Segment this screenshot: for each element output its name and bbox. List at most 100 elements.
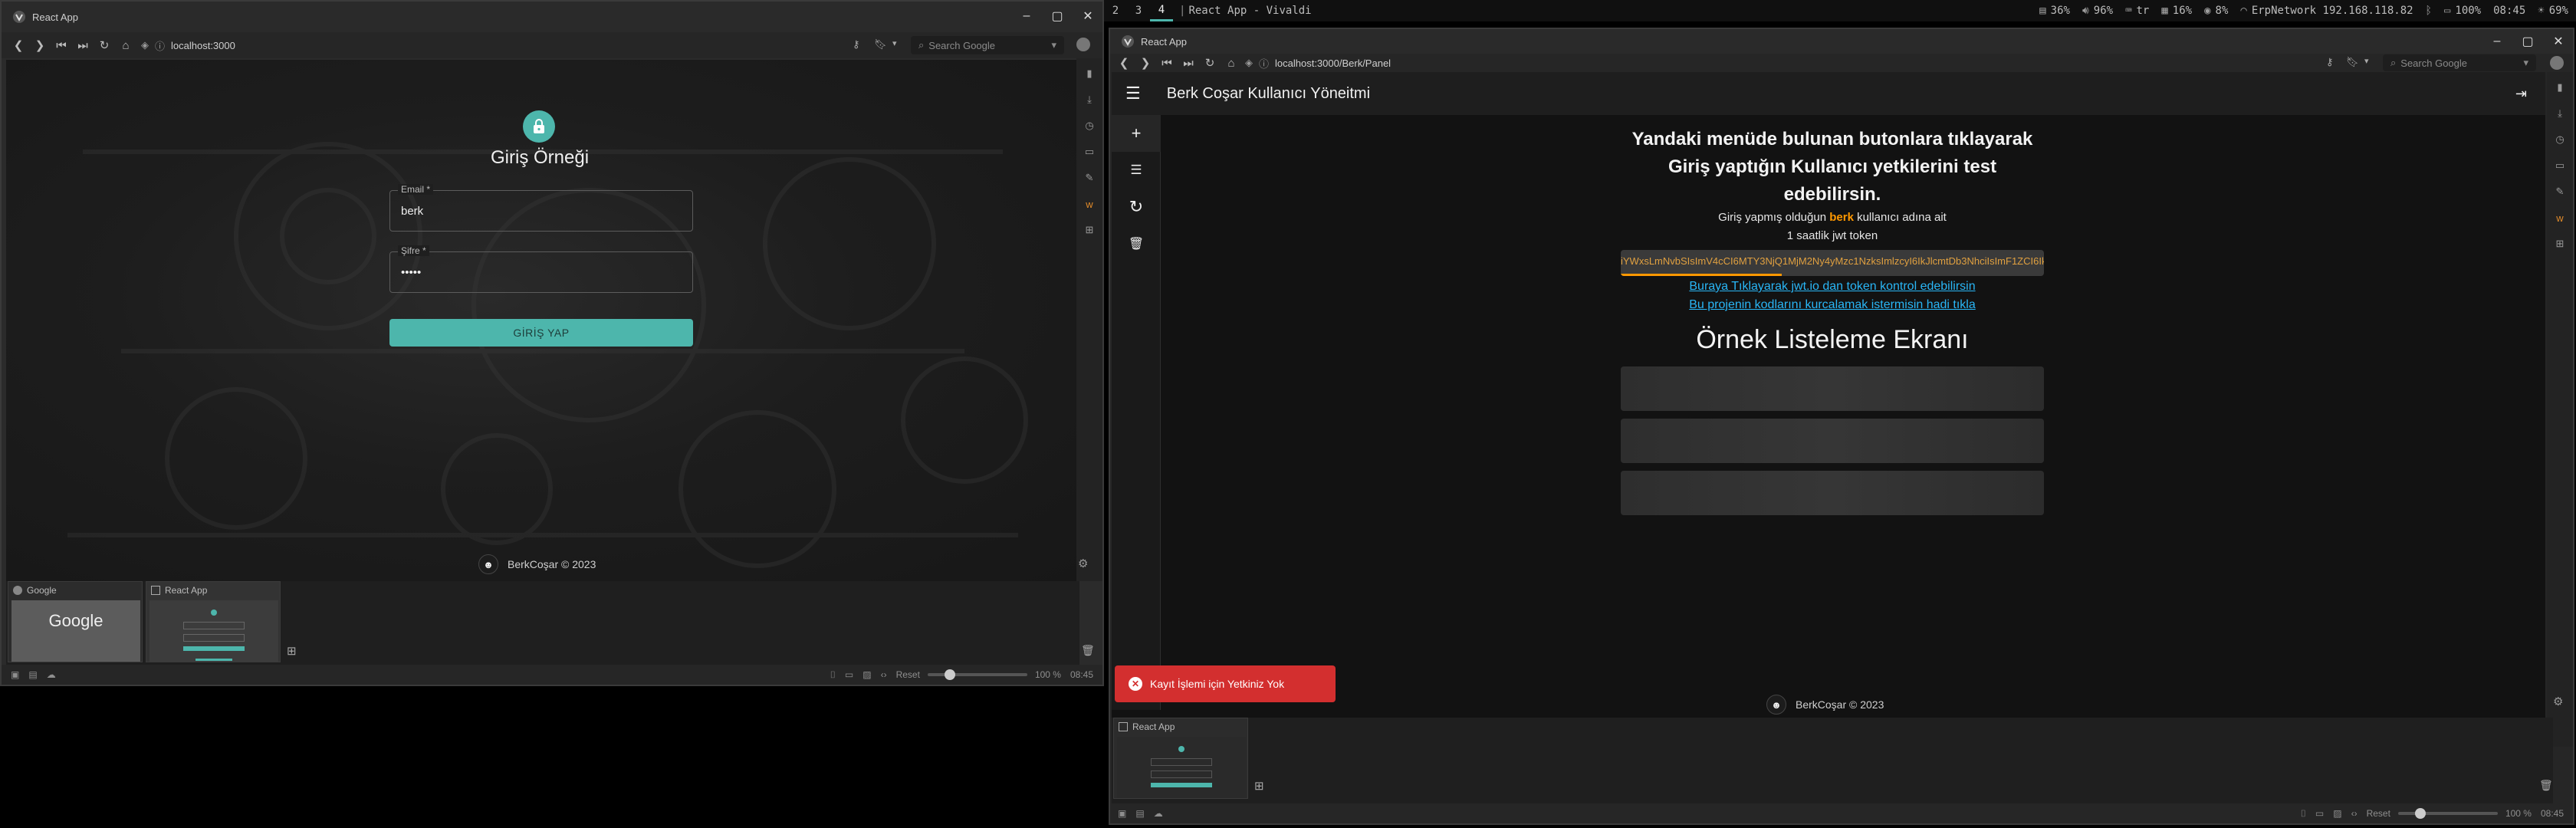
workspace-3[interactable]: 3 — [1127, 0, 1150, 21]
key-icon[interactable]: ⚷ — [2326, 56, 2334, 68]
bookmarks-panel-icon[interactable]: ▮ — [1082, 66, 1097, 81]
rewind-icon[interactable]: ⏮ — [1156, 52, 1178, 74]
trash-icon[interactable]: 🗑︎ — [2539, 779, 2553, 792]
new-tab-icon[interactable]: ⊞ — [287, 644, 297, 658]
zoom-slider[interactable] — [2397, 808, 2498, 819]
add-panel-icon[interactable]: ⊞ — [2552, 236, 2568, 251]
profile-avatar[interactable] — [2550, 56, 2564, 70]
volume-level: 96% — [2093, 5, 2114, 17]
image-icon[interactable]: ▨ — [863, 669, 871, 680]
bookmarks-panel-icon[interactable]: ▮ — [2552, 80, 2568, 95]
forward-icon[interactable]: ❯ — [1135, 52, 1156, 74]
error-toast[interactable]: ✕ Kayıt İşlemi için Yetkiniz Yok — [1115, 665, 1336, 702]
tab-google-preview: Google — [12, 600, 140, 662]
list-icon[interactable]: ☰ — [1112, 152, 1161, 189]
list-item-skeleton — [1621, 471, 2044, 515]
tile-icon[interactable]: ▤ — [28, 669, 37, 680]
window-icon[interactable]: ▭ — [2315, 808, 2324, 819]
cloud-icon[interactable]: ☁ — [1154, 808, 1163, 819]
url-field[interactable]: ◈ ⓘ localhost:3000/Berk/Panel — [1245, 53, 1391, 73]
search-field[interactable]: ⌕ Search Google ▾ — [911, 36, 1064, 54]
tab-react-preview — [1117, 737, 1246, 798]
settings-icon[interactable]: ⚙ — [1078, 557, 1088, 570]
new-tab-icon[interactable]: ⊞ — [1254, 779, 1264, 793]
heading-line-3: edebilirsin. — [1783, 184, 1881, 205]
react-favicon-icon — [151, 586, 160, 595]
cloud-icon[interactable]: ☁ — [47, 669, 56, 680]
right-status-bar: ▣ ▤ ☁ ⌷ ▭ ▨ ‹› Reset 100 % 08:45 — [1110, 803, 2573, 823]
back-icon[interactable]: ❮ — [1113, 52, 1135, 74]
home-icon[interactable]: ⌂ — [115, 34, 136, 56]
refresh-icon[interactable]: ↻ — [1112, 189, 1161, 225]
panel-toggle-icon[interactable]: ▣ — [1118, 808, 1126, 819]
reading-list-icon[interactable]: ▭ — [2552, 158, 2568, 173]
add-icon[interactable]: + — [1112, 115, 1161, 152]
wikipedia-icon[interactable]: w — [1082, 196, 1097, 212]
code-icon[interactable]: ‹› — [881, 669, 887, 680]
zoom-reset[interactable]: Reset — [896, 669, 920, 680]
history-icon[interactable]: ◷ — [2552, 132, 2568, 147]
reload-icon[interactable]: ↻ — [94, 34, 115, 56]
zoom-reset[interactable]: Reset — [2367, 808, 2390, 819]
bookmark-dropdown-icon[interactable]: ▾ — [892, 38, 897, 48]
profile-avatar[interactable] — [1076, 38, 1090, 51]
email-field[interactable]: Email * berk — [389, 184, 693, 232]
capture-icon[interactable]: ⌷ — [2301, 808, 2306, 820]
rewind-icon[interactable]: ⏮ — [51, 34, 72, 56]
battery-icon: ▭ — [2443, 5, 2451, 17]
minimize-icon[interactable]: – — [1020, 9, 1033, 23]
search-dropdown-icon[interactable]: ▾ — [1051, 39, 1056, 51]
notes-icon[interactable]: ✎ — [1082, 170, 1097, 186]
shield-icon: ◈ — [141, 39, 149, 51]
wikipedia-icon[interactable]: w — [2552, 210, 2568, 225]
google-favicon-icon — [13, 586, 22, 595]
reading-list-icon[interactable]: ▭ — [1082, 144, 1097, 159]
search-dropdown-icon[interactable]: ▾ — [2523, 57, 2528, 69]
image-icon[interactable]: ▨ — [2333, 808, 2341, 819]
github-link[interactable]: Bu projenin kodlarını kurcalamak istermi… — [1618, 296, 2047, 314]
close-icon[interactable]: ✕ — [2551, 34, 2565, 48]
capture-icon[interactable]: ⌷ — [830, 669, 836, 681]
back-icon[interactable]: ❮ — [8, 34, 29, 56]
maximize-icon[interactable]: ▢ — [2521, 34, 2535, 48]
jwt-io-link[interactable]: Buraya Tıklayarak jwt.io dan token kontr… — [1618, 278, 2047, 296]
home-icon[interactable]: ⌂ — [1221, 52, 1242, 74]
key-icon[interactable]: ⚷ — [853, 38, 860, 51]
minimize-icon[interactable]: – — [2490, 34, 2504, 48]
notes-icon[interactable]: ✎ — [2552, 184, 2568, 199]
tile-icon[interactable]: ▤ — [1135, 808, 1144, 819]
tab-react-app[interactable]: React App — [146, 581, 281, 662]
bookmark-dropdown-icon[interactable]: ▾ — [2364, 56, 2369, 66]
tab-google[interactable]: Google Google — [8, 581, 143, 662]
logout-icon[interactable]: ⇥ — [2515, 86, 2527, 102]
tab-react-app[interactable]: React App — [1113, 718, 1248, 799]
history-icon[interactable]: ◷ — [1082, 118, 1097, 133]
token-box[interactable]: iYWxsLmNvbSIsImV4cCI6MTY3NjQ1MjM2Ny4yMzc… — [1621, 250, 2044, 276]
downloads-icon[interactable]: ⤓ — [2552, 106, 2568, 121]
code-icon[interactable]: ‹› — [2351, 808, 2358, 819]
zoom-slider[interactable] — [927, 669, 1027, 680]
workspace-4[interactable]: 4 — [1150, 0, 1173, 21]
window-icon[interactable]: ▭ — [845, 669, 853, 680]
bookmark-icon[interactable]: 🔖︎ — [874, 38, 887, 51]
panel-toggle-icon[interactable]: ▣ — [11, 669, 19, 680]
add-panel-icon[interactable]: ⊞ — [1082, 222, 1097, 238]
fast-forward-icon[interactable]: ⏭ — [1178, 52, 1199, 74]
search-field[interactable]: ⌕ Search Google ▾ — [2383, 54, 2536, 71]
settings-icon[interactable]: ⚙ — [2553, 695, 2563, 708]
delete-icon[interactable]: 🗑︎ — [1112, 225, 1161, 262]
login-button[interactable]: GİRİŞ YAP — [389, 319, 693, 347]
url-field[interactable]: ◈ ⓘ localhost:3000 — [141, 35, 235, 55]
menu-icon[interactable]: ☰ — [1125, 84, 1141, 104]
maximize-icon[interactable]: ▢ — [1050, 9, 1064, 23]
bookmark-icon[interactable]: 🔖︎ — [2346, 56, 2359, 68]
reload-icon[interactable]: ↻ — [1199, 52, 1221, 74]
forward-icon[interactable]: ❯ — [29, 34, 51, 56]
password-field[interactable]: Şifre * ••••• — [389, 245, 693, 293]
close-icon[interactable]: ✕ — [1081, 9, 1095, 23]
trash-icon[interactable]: 🗑︎ — [1081, 644, 1095, 657]
right-title-bar: React App – ▢ ✕ — [1110, 29, 2573, 54]
fast-forward-icon[interactable]: ⏭ — [72, 34, 94, 56]
downloads-icon[interactable]: ⤓ — [1082, 92, 1097, 107]
workspace-2[interactable]: 2 — [1104, 0, 1127, 21]
